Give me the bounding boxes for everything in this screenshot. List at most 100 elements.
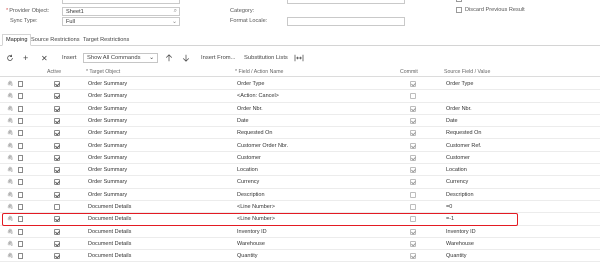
- target-object-cell[interactable]: Order Summary: [88, 115, 127, 127]
- insert-from-button[interactable]: Insert From...: [201, 53, 235, 63]
- note-icon[interactable]: [18, 115, 23, 127]
- attachment-icon[interactable]: 🖇: [7, 140, 13, 152]
- commit-checkbox[interactable]: [410, 127, 416, 139]
- add-icon[interactable]: +: [23, 53, 28, 63]
- field-name-cell[interactable]: Order Nbr.: [237, 103, 263, 115]
- active-checkbox[interactable]: [54, 78, 60, 90]
- field-name-cell[interactable]: Order Type: [237, 78, 264, 90]
- fit-columns-icon[interactable]: [294, 53, 304, 63]
- discard-checkbox[interactable]: [456, 7, 462, 13]
- field-name-cell[interactable]: <Line Number>: [237, 213, 275, 225]
- commit-checkbox[interactable]: [410, 189, 416, 201]
- target-object-cell[interactable]: Order Summary: [88, 103, 127, 115]
- col-source-header[interactable]: Source Field / Value: [444, 69, 490, 75]
- note-icon[interactable]: [18, 189, 23, 201]
- field-name-cell[interactable]: Date: [237, 115, 249, 127]
- source-field-cell[interactable]: Currency: [446, 176, 468, 188]
- active-checkbox[interactable]: [54, 127, 60, 139]
- col-target-header[interactable]: * Target Object: [86, 69, 120, 75]
- table-row[interactable]: 🖇 Document Details <Line Number> =0: [0, 201, 600, 214]
- note-icon[interactable]: [18, 78, 23, 90]
- table-row[interactable]: 🖇 Order Summary Currency Currency: [0, 176, 600, 189]
- source-field-cell[interactable]: Location: [446, 164, 467, 176]
- table-row[interactable]: 🖇 Order Summary Location Location: [0, 164, 600, 177]
- tab-source-restrictions[interactable]: Source Restrictions: [28, 34, 83, 46]
- active-checkbox[interactable]: [54, 103, 60, 115]
- source-field-cell[interactable]: Description: [446, 189, 474, 201]
- target-object-cell[interactable]: Order Summary: [88, 90, 127, 102]
- table-row[interactable]: 🖇 Order Summary Customer Order Nbr. Custome…: [0, 140, 600, 152]
- delete-icon[interactable]: ✕: [41, 53, 48, 63]
- target-object-cell[interactable]: Order Summary: [88, 140, 127, 152]
- source-field-cell[interactable]: Quantity: [446, 250, 466, 262]
- source-field-cell[interactable]: Date: [446, 115, 458, 127]
- active-checkbox[interactable]: [54, 115, 60, 127]
- note-icon[interactable]: [18, 164, 23, 176]
- table-row[interactable]: 🖇 Order Summary Order Type Order Type: [0, 78, 600, 91]
- col-active-header[interactable]: Active: [47, 69, 61, 75]
- target-object-cell[interactable]: Order Summary: [88, 127, 127, 139]
- field-name-cell[interactable]: Customer Order Nbr.: [237, 140, 288, 152]
- field-name-cell[interactable]: Currency: [237, 176, 259, 188]
- provider-object-field[interactable]: Sheet1 ⌕: [62, 7, 180, 16]
- target-object-cell[interactable]: Order Summary: [88, 152, 127, 164]
- note-icon[interactable]: [18, 250, 23, 262]
- active-checkbox[interactable]: [54, 176, 60, 188]
- active-checkbox[interactable]: [54, 90, 60, 102]
- active-checkbox[interactable]: [54, 164, 60, 176]
- commit-checkbox[interactable]: [410, 152, 416, 164]
- search-icon[interactable]: ⌕: [174, 8, 177, 15]
- attachment-icon[interactable]: 🖇: [7, 115, 13, 127]
- commit-checkbox[interactable]: [410, 90, 416, 102]
- table-row[interactable]: 🖇 Order Summary Requested On Requested On: [0, 127, 600, 140]
- attachment-icon[interactable]: 🖇: [7, 152, 13, 164]
- attachment-icon[interactable]: 🖇: [7, 78, 13, 90]
- note-icon[interactable]: [18, 201, 23, 213]
- source-field-cell[interactable]: Order Type: [446, 78, 473, 90]
- note-icon[interactable]: [18, 238, 23, 250]
- field-name-cell[interactable]: Customer: [237, 152, 261, 164]
- note-icon[interactable]: [18, 140, 23, 152]
- active-checkbox[interactable]: [54, 250, 60, 262]
- target-object-cell[interactable]: Document Details: [88, 250, 131, 262]
- note-icon[interactable]: [18, 213, 23, 225]
- active-checkbox[interactable]: [54, 201, 60, 213]
- target-object-cell[interactable]: Order Summary: [88, 176, 127, 188]
- commit-checkbox[interactable]: [410, 103, 416, 115]
- active-checkbox[interactable]: [54, 140, 60, 152]
- field-name-cell[interactable]: Location: [237, 164, 258, 176]
- active-checkbox[interactable]: [54, 238, 60, 250]
- active-checkbox[interactable]: [54, 213, 60, 225]
- note-icon[interactable]: [18, 90, 23, 102]
- sync-type-field[interactable]: Full ⌄: [62, 17, 180, 26]
- table-row[interactable]: 🖇 Order Summary Description Description: [0, 189, 600, 201]
- target-object-cell[interactable]: Order Summary: [88, 78, 127, 90]
- field-name-cell[interactable]: Quantity: [237, 250, 257, 262]
- source-field-cell[interactable]: Order Nbr.: [446, 103, 472, 115]
- target-object-cell[interactable]: Document Details: [88, 213, 131, 225]
- commit-checkbox[interactable]: [410, 115, 416, 127]
- commit-checkbox[interactable]: [410, 213, 416, 225]
- table-row[interactable]: 🖇 Order Summary <Action: Cancel>: [0, 90, 600, 103]
- table-row[interactable]: 🖇 Document Details <Line Number> =-1: [0, 213, 600, 226]
- commit-checkbox[interactable]: [410, 226, 416, 238]
- field-name-cell[interactable]: <Line Number>: [237, 201, 275, 213]
- table-row[interactable]: 🖇 Order Summary Customer Customer: [0, 152, 600, 165]
- workspace-field[interactable]: [287, 0, 405, 4]
- commit-checkbox[interactable]: [410, 238, 416, 250]
- attachment-icon[interactable]: 🖇: [7, 176, 13, 188]
- commit-checkbox[interactable]: [410, 176, 416, 188]
- table-row[interactable]: 🖇 Document Details Quantity Quantity: [0, 250, 600, 263]
- active-checkbox[interactable]: [54, 189, 60, 201]
- active-checkbox[interactable]: [54, 226, 60, 238]
- field-name-cell[interactable]: <Action: Cancel>: [237, 90, 279, 102]
- col-field-header[interactable]: * Field / Action Name: [235, 69, 283, 75]
- target-object-cell[interactable]: Order Summary: [88, 164, 127, 176]
- commit-checkbox[interactable]: [410, 140, 416, 152]
- table-row[interactable]: 🖇 Document Details Warehouse Warehouse: [0, 238, 600, 251]
- attachment-icon[interactable]: 🖇: [7, 90, 13, 102]
- arrow-up-icon[interactable]: [165, 53, 173, 63]
- active-checkbox[interactable]: [54, 152, 60, 164]
- note-icon[interactable]: [18, 127, 23, 139]
- top-right-checkbox[interactable]: [456, 0, 462, 2]
